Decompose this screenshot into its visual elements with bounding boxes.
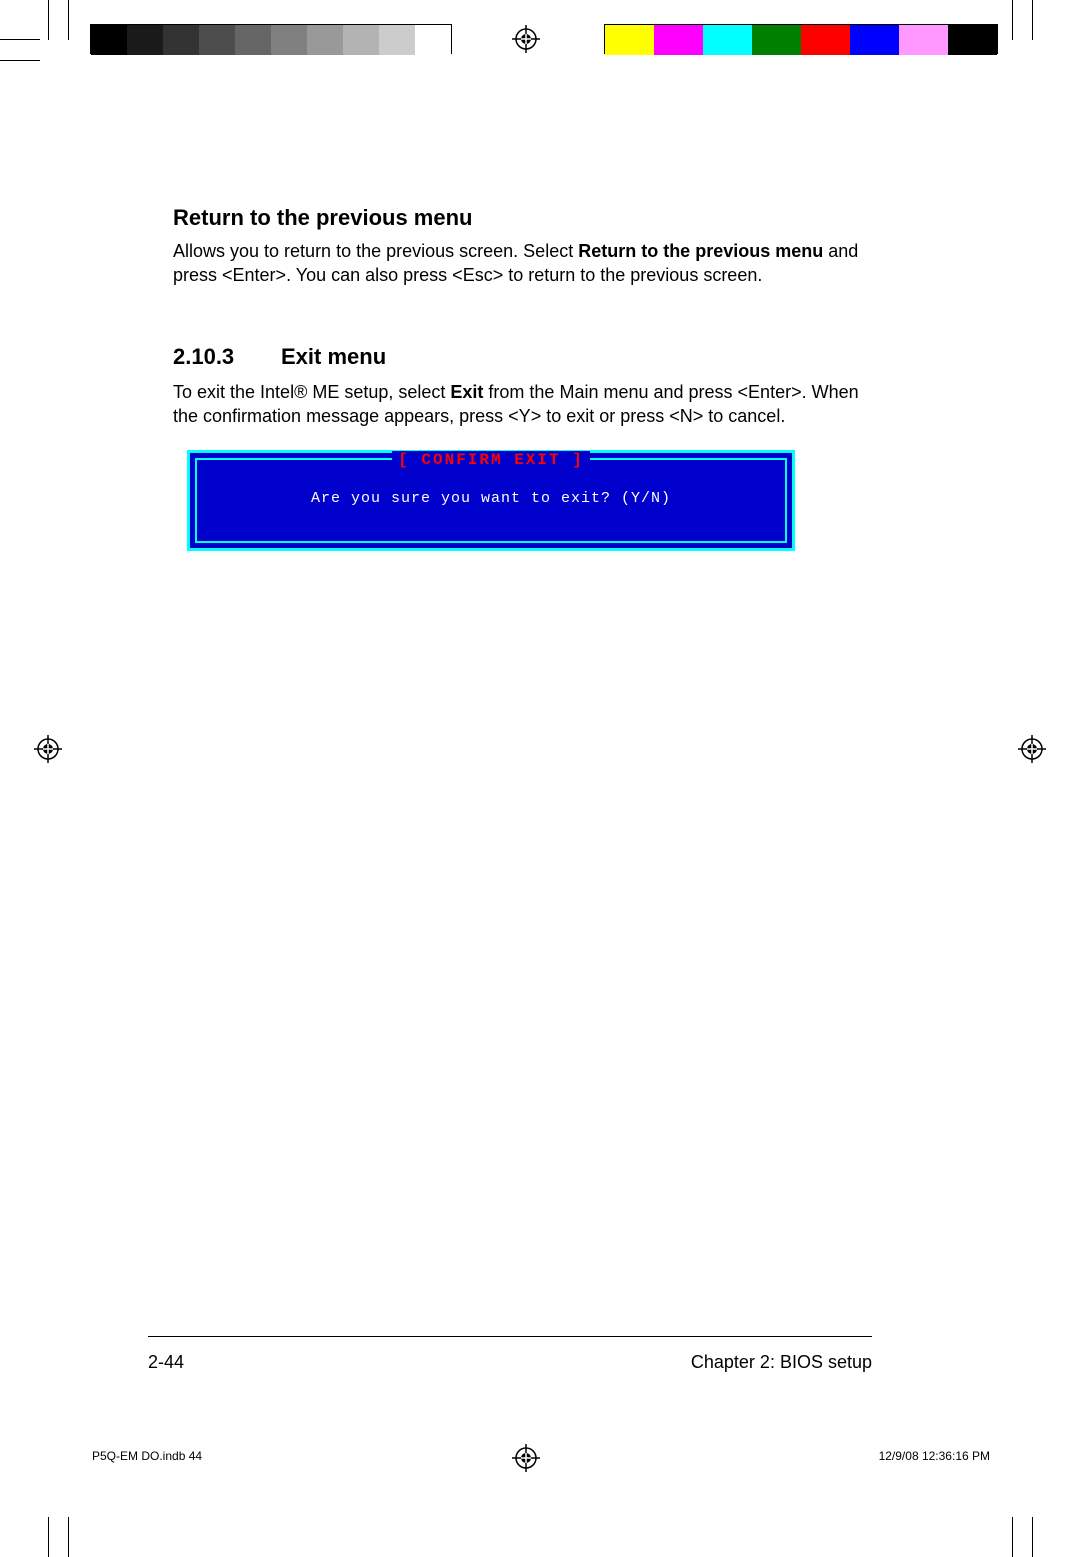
color-swatch-bar (604, 24, 998, 54)
registration-mark-icon (34, 735, 62, 763)
grey-swatch-bar (90, 24, 452, 54)
confirm-exit-dialog: [ CONFIRM EXIT ] Are you sure you want t… (187, 450, 795, 551)
section-return-title: Return to the previous menu (173, 205, 873, 231)
chapter-label: Chapter 2: BIOS setup (691, 1352, 872, 1373)
section-exit-body: To exit the Intel® ME setup, select Exit… (173, 380, 873, 429)
registration-mark-icon (1018, 735, 1046, 763)
section-exit-title: Exit menu (281, 344, 386, 370)
imprint-timestamp: 12/9/08 12:36:16 PM (879, 1449, 990, 1463)
dialog-message: Are you sure you want to exit? (Y/N) (207, 490, 775, 507)
imprint-file: P5Q-EM DO.indb 44 (92, 1449, 202, 1463)
imprint-line: P5Q-EM DO.indb 44 12/9/08 12:36:16 PM (92, 1449, 990, 1463)
section-number: 2.10.3 (173, 344, 281, 370)
page-content: Return to the previous menu Allows you t… (173, 205, 873, 551)
footer-rule (148, 1336, 872, 1337)
page-number: 2-44 (148, 1352, 184, 1373)
dialog-title: [ CONFIRM EXIT ] (392, 451, 590, 469)
section-return-body: Allows you to return to the previous scr… (173, 239, 873, 288)
registration-mark-icon (512, 25, 540, 53)
page-footer: 2-44 Chapter 2: BIOS setup (148, 1352, 872, 1373)
